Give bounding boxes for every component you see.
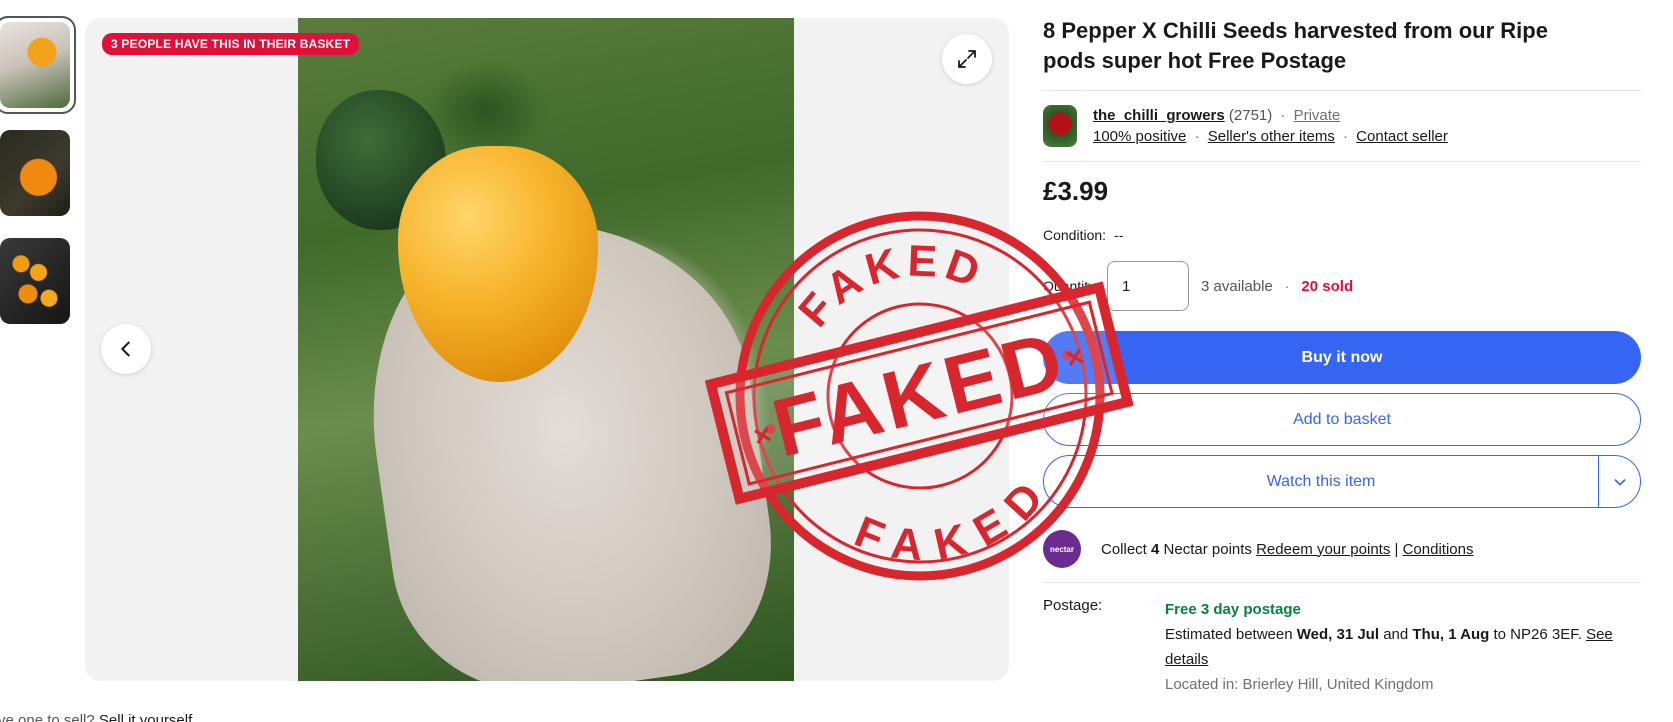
image-gallery: 3 PEOPLE HAVE THIS IN THEIR BASKET: [85, 18, 1009, 681]
postage-row: Postage: Free 3 day postage Estimated be…: [1043, 597, 1641, 697]
basket-count-badge: 3 PEOPLE HAVE THIS IN THEIR BASKET: [102, 33, 360, 55]
redeem-points-link[interactable]: Redeem your points: [1256, 541, 1390, 558]
sellers-other-items-link[interactable]: Seller's other items: [1208, 128, 1335, 145]
contact-seller-link[interactable]: Contact seller: [1356, 128, 1448, 145]
chevron-left-icon: [121, 341, 130, 357]
product-photo[interactable]: [298, 18, 794, 681]
thumbnail-image: [0, 238, 70, 324]
divider: [1043, 90, 1641, 91]
estimate-prefix: Estimated between: [1165, 626, 1293, 643]
expand-icon: [958, 50, 976, 68]
nectar-row: nectar Collect 4 Nectar points Redeem yo…: [1043, 530, 1641, 568]
thumbnail-3[interactable]: [0, 232, 76, 330]
watch-item-button[interactable]: Watch this item: [1043, 455, 1641, 508]
free-postage: Free 3 day postage: [1165, 601, 1301, 618]
sell-one-prompt: ve one to sell? Sell it yourself: [0, 712, 192, 722]
nectar-collect-text: Collect: [1101, 540, 1147, 558]
condition-label: Condition:: [1043, 227, 1107, 243]
condition-value: --: [1114, 227, 1124, 243]
estimated-delivery: Estimated between Wed, 31 Jul and Thu, 1…: [1165, 622, 1641, 672]
thumbnail-2[interactable]: [0, 124, 76, 222]
positive-feedback-link[interactable]: 100% positive: [1093, 128, 1186, 145]
seller-type-link[interactable]: Private: [1294, 107, 1341, 124]
sell-prompt-text: ve one to sell?: [0, 712, 95, 722]
thumbnail-strip: [0, 16, 76, 340]
quantity-row: Quantity: 3 available · 20 sold: [1043, 261, 1641, 311]
sell-it-yourself-link[interactable]: Sell it yourself: [99, 712, 192, 722]
and-text: and: [1383, 626, 1409, 643]
chevron-down-icon: [1614, 478, 1625, 485]
destination: to NP26 3EF.: [1493, 626, 1582, 643]
quantity-input[interactable]: [1107, 261, 1190, 311]
thumbnail-image: [0, 130, 70, 216]
thumbnail-1[interactable]: [0, 16, 76, 114]
thumbnail-image: [0, 22, 70, 108]
conditions-link[interactable]: Conditions: [1403, 541, 1474, 558]
separator: |: [1394, 540, 1399, 558]
postage-label: Postage:: [1043, 597, 1103, 614]
item-location: Located in: Brierley Hill, United Kingdo…: [1165, 676, 1434, 693]
watch-item-label: Watch this item: [1266, 472, 1376, 490]
quantity-label: Quantity:: [1043, 278, 1100, 294]
watch-options-toggle[interactable]: [1598, 456, 1640, 507]
available-count: 3 available: [1201, 277, 1273, 295]
seller-name-link[interactable]: the_chilli_growers: [1093, 107, 1225, 124]
delivery-date-start: Wed, 31 Jul: [1296, 626, 1380, 643]
nectar-points-label: Nectar points: [1163, 540, 1252, 558]
nectar-logo: nectar: [1043, 530, 1081, 568]
divider: [1043, 161, 1641, 162]
delivery-date-end: Thu, 1 Aug: [1412, 626, 1490, 643]
condition-row: Condition: --: [1043, 227, 1641, 243]
add-to-basket-button[interactable]: Add to basket: [1043, 393, 1641, 446]
seller-feedback-count: (2751): [1228, 107, 1273, 124]
seller-card: the_chilli_growers (2751) · Private 100%…: [1043, 105, 1641, 147]
expand-button[interactable]: [942, 34, 992, 84]
previous-image-button[interactable]: [101, 324, 151, 374]
listing-info: 8 Pepper X Chilli Seeds harvested from o…: [1043, 16, 1641, 697]
buy-it-now-button[interactable]: Buy it now: [1043, 331, 1641, 384]
nectar-points: 4: [1151, 540, 1160, 558]
seller-avatar[interactable]: [1043, 105, 1077, 147]
price: £3.99: [1043, 176, 1109, 206]
sold-count: 20 sold: [1301, 277, 1354, 295]
listing-title: 8 Pepper X Chilli Seeds harvested from o…: [1043, 18, 1548, 73]
divider: [1043, 582, 1641, 583]
